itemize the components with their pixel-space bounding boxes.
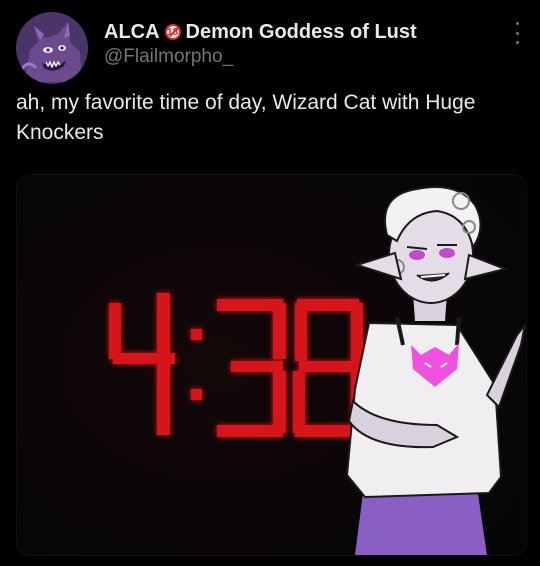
author-avatar[interactable] — [16, 12, 88, 84]
demon-cat-avatar-icon — [16, 12, 88, 84]
no-under-18-icon: 18 — [164, 24, 181, 40]
author-name-row[interactable]: ALCA 18 Demon Goddess of Lust — [104, 20, 500, 44]
post: ALCA 18 Demon Goddess of Lust @Flailmorp… — [0, 0, 540, 566]
post-text: ah, my favorite time of day, Wizard Cat … — [16, 91, 476, 144]
author-display-name-prefix[interactable]: ALCA — [104, 21, 160, 44]
more-options-icon[interactable] — [516, 22, 522, 44]
author-display-name[interactable]: Demon Goddess of Lust — [186, 21, 417, 44]
author-handle[interactable]: @Flailmorpho_ — [104, 46, 500, 68]
clock-and-character-image — [17, 175, 526, 555]
post-media-image[interactable] — [16, 174, 527, 556]
post-header: ALCA 18 Demon Goddess of Lust @Flailmorp… — [104, 20, 500, 68]
